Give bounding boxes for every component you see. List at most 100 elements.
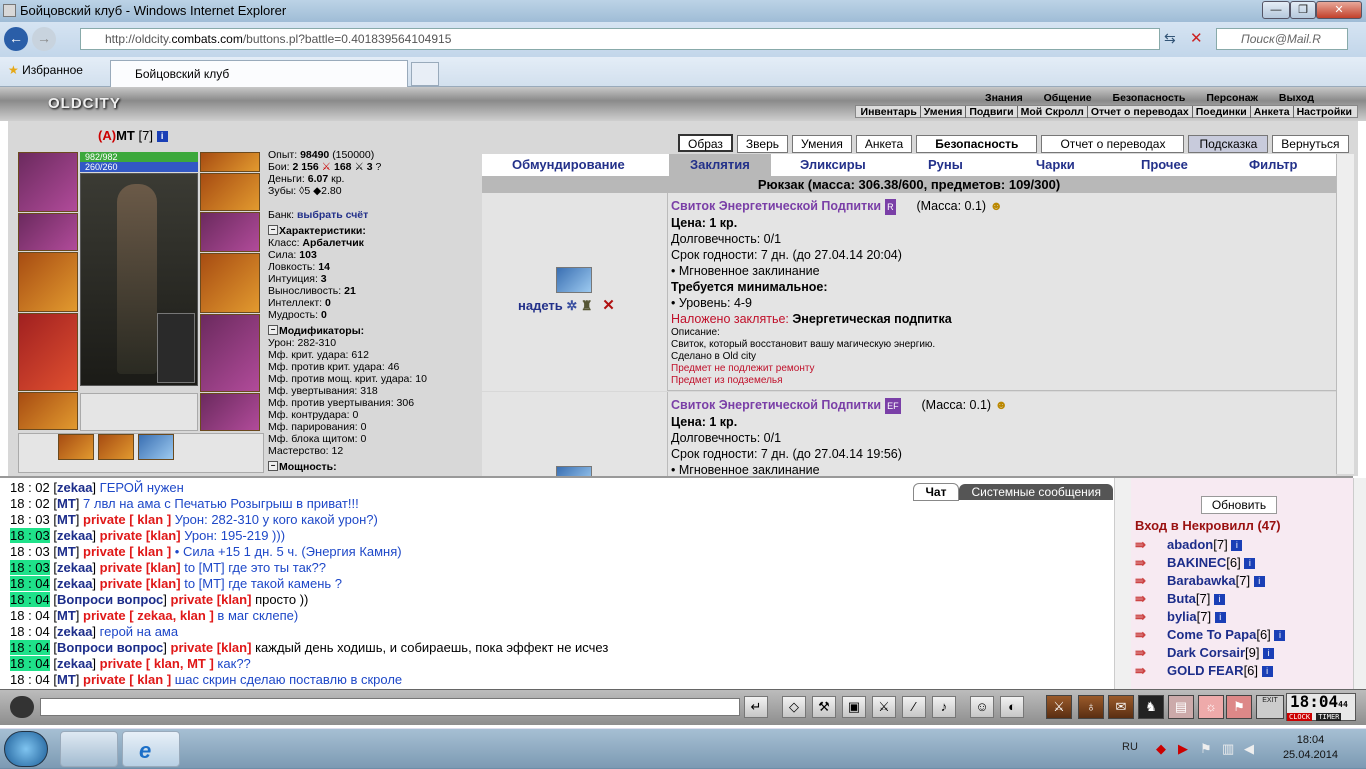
skills-button[interactable]: Умения	[792, 135, 852, 153]
chat-nick[interactable]: zekaa	[57, 560, 92, 575]
scroll-slot-1[interactable]	[58, 434, 94, 460]
repair-icon[interactable]: ✲	[566, 298, 577, 313]
chat-private[interactable]: private [klan]	[100, 528, 181, 543]
submenu-inventory[interactable]: Инвентарь	[858, 106, 920, 118]
info-icon[interactable]: i	[1214, 612, 1226, 624]
user-name[interactable]: bylia	[1167, 609, 1197, 624]
menu-character[interactable]: Персонаж	[1206, 92, 1258, 104]
scroll-slot-2[interactable]	[98, 434, 134, 460]
return-button[interactable]: Вернуться	[1272, 135, 1349, 153]
chat-nick[interactable]: МТ	[57, 496, 76, 511]
helmet-slot[interactable]	[18, 152, 78, 212]
chat-nick[interactable]: zekaa	[57, 656, 92, 671]
clear-icon[interactable]: ◇	[782, 696, 806, 718]
tab-filter[interactable]: Фильтр	[1249, 157, 1298, 172]
private-arrow-icon[interactable]: ⇛	[1135, 645, 1159, 661]
pants-slot[interactable]	[200, 314, 260, 392]
flag-icon[interactable]: ⚑	[1226, 695, 1252, 719]
filter-icon[interactable]: ⚒	[812, 696, 836, 718]
power-header[interactable]: Мощность:	[268, 461, 478, 473]
chat-mode-icon[interactable]	[10, 696, 34, 718]
info-icon[interactable]: i	[1244, 558, 1256, 570]
tab-runes[interactable]: Руны	[928, 157, 963, 172]
explorer-taskbar-icon[interactable]	[60, 731, 118, 767]
profile-button[interactable]: Анкета	[855, 135, 913, 153]
online-scrollbar[interactable]	[1353, 478, 1366, 689]
info-icon[interactable]: i	[1253, 576, 1265, 588]
user-name[interactable]: BAKINEC	[1167, 555, 1226, 570]
chat-private[interactable]: private [klan]	[171, 592, 252, 607]
info-icon[interactable]: i	[1213, 594, 1225, 606]
media-icon[interactable]: ▶	[1178, 741, 1188, 757]
chat-private[interactable]: private [klan]	[171, 640, 252, 655]
user-name[interactable]: Dark Corsair	[1167, 645, 1245, 660]
user-name[interactable]: Barabawka	[1167, 573, 1236, 588]
tab-cups[interactable]: Чарки	[1036, 157, 1075, 172]
bracers-slot[interactable]	[200, 212, 260, 252]
chat-nick[interactable]: zekaa	[57, 576, 92, 591]
slash-icon[interactable]: ⁄	[902, 696, 926, 718]
menu-communication[interactable]: Общение	[1044, 92, 1092, 104]
close-button[interactable]: ✕	[1316, 1, 1362, 19]
flag-tray-icon[interactable]: ⚑	[1200, 741, 1212, 757]
address-input[interactable]: http://oldcity.combats.com/buttons.pl?ba…	[80, 28, 1160, 50]
bank-link[interactable]: выбрать счёт	[297, 209, 368, 221]
rune-slots[interactable]	[80, 393, 198, 431]
pet-button[interactable]: Зверь	[736, 135, 789, 153]
fight-icon[interactable]: ⚔	[1046, 695, 1072, 719]
chat-nick[interactable]: МТ	[57, 672, 76, 687]
chat-nick[interactable]: МТ	[57, 608, 76, 623]
private-arrow-icon[interactable]: ⇛	[1135, 555, 1159, 571]
tab-other[interactable]: Прочее	[1141, 157, 1188, 172]
pet-slot[interactable]	[157, 313, 195, 383]
user-name[interactable]: abadon	[1167, 537, 1213, 552]
save-icon[interactable]: ▣	[842, 696, 866, 718]
ie-taskbar-icon[interactable]: e	[122, 731, 180, 767]
item-name[interactable]: Свиток Энергетической Подпитки	[671, 398, 881, 412]
chat-nick[interactable]: МТ	[57, 544, 76, 559]
weapon-slot[interactable]	[18, 252, 78, 312]
submenu-settings[interactable]: Настройки	[1292, 106, 1355, 118]
chat-private[interactable]: private [ klan, MT ]	[100, 656, 214, 671]
info-icon[interactable]: i	[1263, 648, 1275, 660]
info-icon[interactable]: i	[1274, 630, 1286, 642]
chat-private[interactable]: private [klan]	[100, 560, 181, 575]
favorites-button[interactable]: ★ Избранное	[8, 63, 83, 77]
submenu-scroll[interactable]: Мой Скролл	[1016, 106, 1087, 118]
private-arrow-icon[interactable]: ⇛	[1135, 537, 1159, 553]
forward-icon[interactable]: →	[32, 27, 56, 51]
sound-icon[interactable]: ♪	[932, 696, 956, 718]
tab-equipment[interactable]: Обмундирование	[512, 157, 625, 172]
exit-button[interactable]: EXIT	[1256, 695, 1284, 719]
network-icon[interactable]: ▥	[1222, 741, 1234, 757]
info-icon[interactable]: i	[1261, 666, 1273, 678]
info-icon[interactable]: i	[1231, 540, 1243, 552]
private-arrow-icon[interactable]: ⇛	[1135, 591, 1159, 607]
send-icon[interactable]: ↵	[744, 696, 768, 718]
equip-link[interactable]: надеть	[518, 298, 563, 313]
refresh-icon[interactable]: ⇆	[1164, 30, 1176, 47]
menu-knowledge[interactable]: Знания	[985, 92, 1023, 104]
shield-slot[interactable]	[200, 253, 260, 313]
inventory-scrollbar[interactable]	[1336, 154, 1354, 474]
chat-private[interactable]: private [ klan ]	[83, 672, 171, 687]
map-icon[interactable]: ✉	[1108, 695, 1134, 719]
chat-private[interactable]: private [klan]	[100, 576, 181, 591]
chat-nick[interactable]: zekaa	[57, 480, 92, 495]
delete-icon[interactable]: ✕	[602, 297, 615, 314]
submenu-skills[interactable]: Умения	[919, 106, 966, 118]
tab-elixirs[interactable]: Эликсиры	[800, 157, 866, 172]
menu-security[interactable]: Безопасность	[1113, 92, 1186, 104]
start-button[interactable]	[4, 731, 48, 767]
image-button[interactable]: Образ	[678, 134, 733, 152]
clock[interactable]: 18:04 25.04.2014	[1283, 733, 1338, 763]
gloves-slot[interactable]	[18, 213, 78, 251]
menu-exit[interactable]: Выход	[1279, 92, 1314, 104]
refresh-button[interactable]: Обновить	[1201, 496, 1277, 514]
browser-tab[interactable]: Бойцовский клуб	[110, 60, 408, 87]
chat-input[interactable]	[40, 698, 740, 716]
maximize-button[interactable]: ❐	[1290, 1, 1316, 19]
smiley-icon[interactable]: ☺	[970, 696, 994, 718]
private-arrow-icon[interactable]: ⇛	[1135, 609, 1159, 625]
chat-private[interactable]: private [ klan ]	[83, 544, 171, 559]
